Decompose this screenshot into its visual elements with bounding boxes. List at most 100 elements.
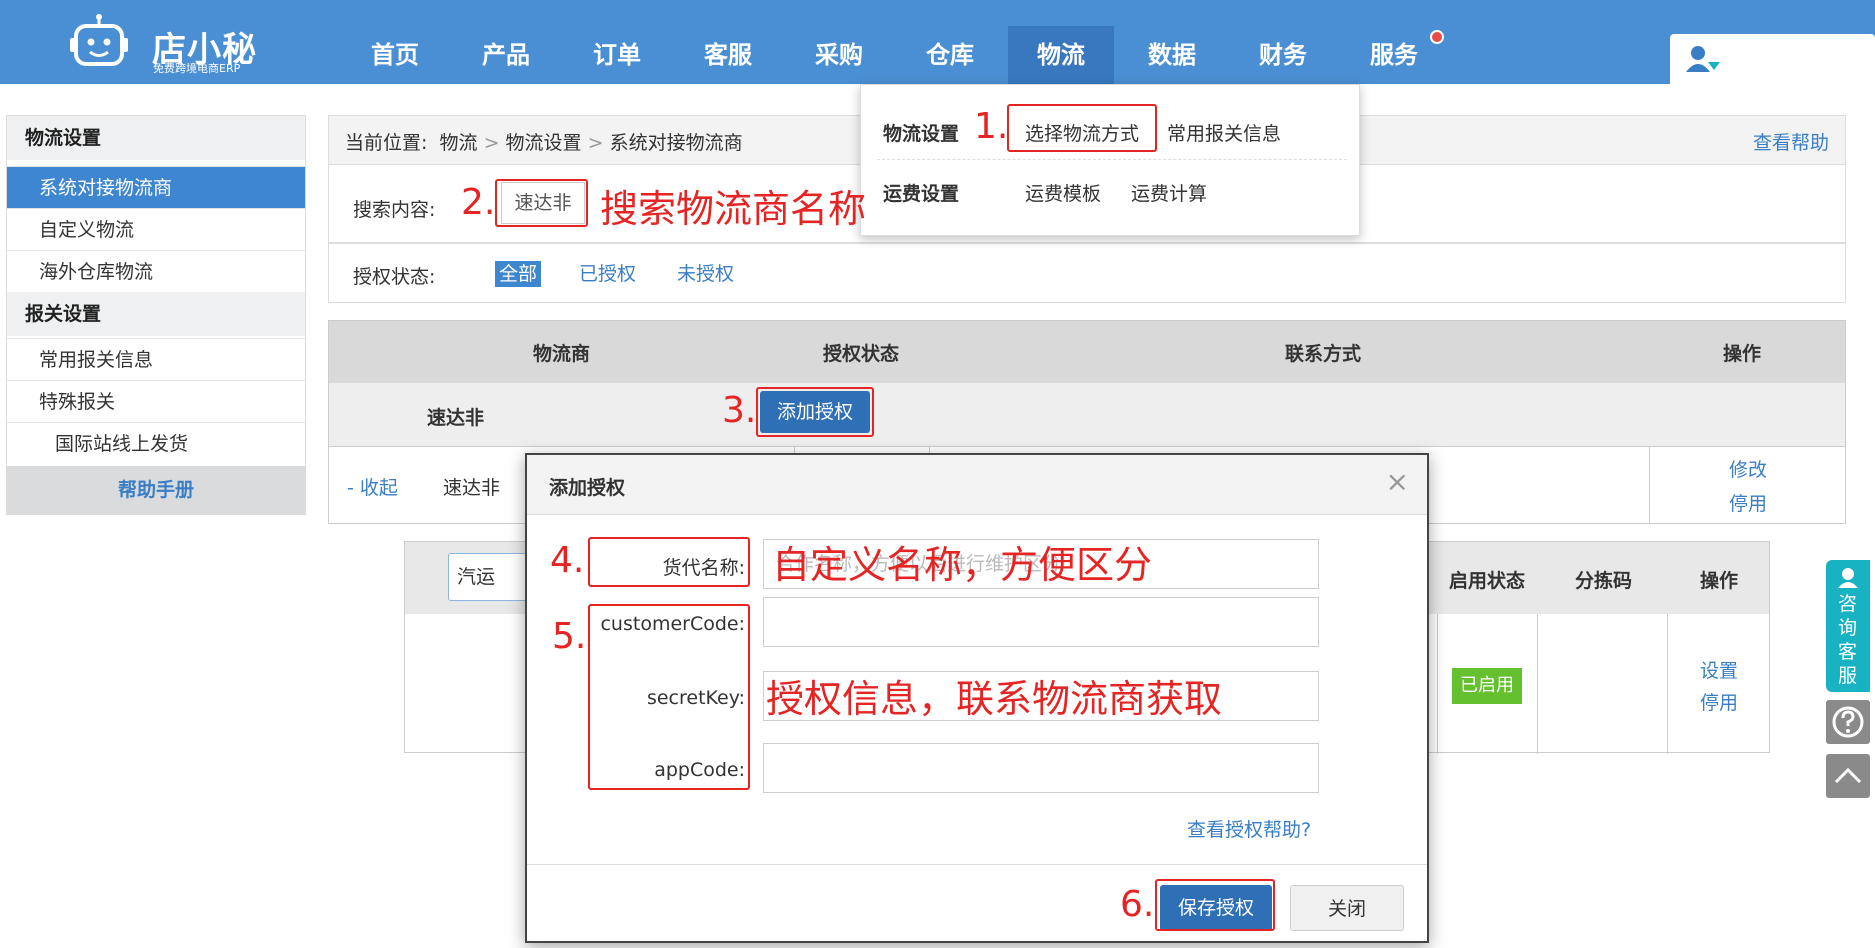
brand-tagline: 免费跨境电商ERP: [153, 62, 241, 75]
dropdown-group-logistics-settings: 物流设置: [883, 123, 960, 145]
question-icon: [1832, 706, 1864, 738]
disable-link[interactable]: 停用: [1729, 489, 1767, 516]
column-header-sort-code: 分拣码: [1575, 570, 1633, 592]
nav-item-customer-service[interactable]: 客服: [685, 26, 771, 84]
table-header: 物流商 授权状态 联系方式 操作: [329, 321, 1845, 383]
settings-link[interactable]: 设置: [1700, 656, 1738, 683]
filter-option-unauthorized[interactable]: 未授权: [677, 261, 734, 287]
sidebar-item-common-customs[interactable]: 常用报关信息: [7, 338, 305, 380]
column-header-contact: 联系方式: [1285, 343, 1362, 365]
breadcrumb-item[interactable]: 物流设置: [506, 132, 582, 154]
sidebar: 物流设置 系统对接物流商 自定义物流 海外仓库物流 报关设置 常用报关信息 特殊…: [6, 115, 306, 515]
consult-char: 询: [1838, 617, 1858, 639]
sidebar-item-custom-logistics[interactable]: 自定义物流: [7, 208, 305, 250]
table-row: 速达非: [329, 383, 1845, 447]
transport-input[interactable]: 汽运: [448, 553, 528, 601]
annotation-step-1: 1.: [974, 106, 1009, 147]
collapse-link[interactable]: - 收起: [347, 473, 398, 500]
filter-option-authorized[interactable]: 已授权: [579, 261, 636, 287]
annotation-step-3: 3.: [722, 390, 757, 431]
annotation-search-hint: 搜索物流商名称: [600, 187, 867, 231]
consult-service-button[interactable]: 咨 询 客 服: [1826, 560, 1870, 692]
app-code-input[interactable]: [763, 743, 1319, 793]
close-button[interactable]: 关闭: [1290, 885, 1404, 931]
consult-char: 服: [1838, 665, 1858, 687]
search-label: 搜索内容:: [353, 199, 436, 221]
nav-item-services[interactable]: 服务: [1351, 26, 1437, 84]
auth-filter-panel: 授权状态: 全部 已授权 未授权: [328, 243, 1846, 303]
column-divider: [1667, 614, 1668, 754]
help-question-button[interactable]: [1826, 700, 1870, 744]
top-navigation-bar: 店小秘 免费跨境电商ERP 首页 产品 订单 客服 采购 仓库 物流 数据 财务…: [0, 0, 1875, 84]
dropdown-link-customs-info[interactable]: 常用报关信息: [1167, 119, 1281, 146]
annotation-box-save: [1155, 879, 1275, 931]
column-header-actions: 操作: [1723, 343, 1762, 365]
status-badge: 已启用: [1452, 668, 1522, 704]
account-name: 速达非: [443, 477, 501, 499]
nav-item-purchasing[interactable]: 采购: [796, 26, 882, 84]
breadcrumb-item: 系统对接物流商: [609, 132, 743, 154]
sidebar-item-international-online[interactable]: 国际站线上发货: [7, 422, 305, 464]
dialog-title: 添加授权: [549, 477, 626, 499]
dialog-header: 添加授权 ×: [527, 455, 1427, 515]
view-help-link[interactable]: 查看帮助: [1753, 128, 1829, 155]
brand-logo[interactable]: 店小秘 免费跨境电商ERP: [70, 8, 270, 78]
filter-option-all[interactable]: 全部: [495, 261, 542, 287]
annotation-auth-hint: 授权信息，联系物流商获取: [766, 677, 1223, 721]
auth-help-link[interactable]: 查看授权帮助?: [1187, 815, 1311, 842]
annotation-step-5: 5.: [552, 616, 587, 657]
breadcrumb-separator: >: [587, 132, 604, 154]
annotation-box-select-logistics: [1007, 104, 1157, 152]
robot-logo-icon: [70, 14, 128, 66]
sidebar-item-special-customs[interactable]: 特殊报关: [7, 380, 305, 422]
dropdown-divider: [877, 159, 1347, 160]
auth-filter-label: 授权状态:: [353, 266, 436, 288]
dropdown-link-freight-calc[interactable]: 运费计算: [1131, 179, 1207, 206]
consult-char: 咨: [1838, 593, 1858, 615]
nav-item-home[interactable]: 首页: [352, 26, 438, 84]
chevron-up-icon: [1834, 767, 1862, 784]
nav-item-products[interactable]: 产品: [463, 26, 549, 84]
annotation-step-6: 6.: [1120, 884, 1155, 925]
sidebar-item-overseas-warehouse[interactable]: 海外仓库物流: [7, 250, 305, 292]
consult-label: 咨 询 客 服: [1838, 592, 1858, 688]
notification-dot: [1430, 30, 1444, 44]
close-icon[interactable]: ×: [1386, 465, 1409, 498]
disable-link[interactable]: 停用: [1700, 688, 1738, 715]
nav-item-data[interactable]: 数据: [1129, 26, 1215, 84]
consult-char: 客: [1838, 641, 1858, 663]
customer-service-icon: [1838, 568, 1858, 588]
sidebar-item-system-providers[interactable]: 系统对接物流商: [7, 166, 305, 208]
annotation-box-auth-fields: [588, 604, 750, 790]
sidebar-section-customs-settings: 报关设置: [7, 292, 305, 336]
column-divider: [1649, 447, 1650, 523]
column-divider: [1537, 614, 1538, 754]
annotation-step-4: 4.: [550, 540, 585, 581]
nav-item-warehouse[interactable]: 仓库: [907, 26, 993, 84]
breadcrumb-item[interactable]: 物流: [440, 132, 478, 154]
user-icon: [1686, 46, 1720, 72]
annotation-name-hint: 自定义名称，方便区分: [772, 543, 1153, 587]
column-divider: [1437, 614, 1438, 754]
breadcrumb: 当前位置: 物流 > 物流设置 > 系统对接物流商: [345, 128, 743, 155]
breadcrumb-label: 当前位置:: [345, 132, 428, 154]
annotation-box-search: [495, 179, 588, 227]
annotation-step-2: 2.: [461, 182, 496, 223]
column-header-provider: 物流商: [533, 343, 591, 365]
dropdown-link-freight-template[interactable]: 运费模板: [1025, 179, 1101, 206]
user-menu[interactable]: [1670, 34, 1875, 84]
customer-code-input[interactable]: [763, 597, 1319, 647]
dropdown-group-freight-settings: 运费设置: [883, 183, 960, 205]
annotation-box-forwarder-name: [588, 537, 750, 587]
sidebar-section-logistics-settings: 物流设置: [7, 116, 305, 160]
dialog-footer-divider: [527, 864, 1427, 865]
nav-item-logistics[interactable]: 物流: [1008, 26, 1114, 84]
nav-item-orders[interactable]: 订单: [574, 26, 660, 84]
column-header-actions: 操作: [1700, 570, 1739, 592]
nav-item-finance[interactable]: 财务: [1240, 26, 1326, 84]
edit-link[interactable]: 修改: [1729, 455, 1767, 482]
back-to-top-button[interactable]: [1826, 754, 1870, 798]
help-manual-link[interactable]: 帮助手册: [7, 466, 305, 514]
provider-name: 速达非: [427, 407, 485, 429]
column-header-auth-status: 授权状态: [823, 343, 900, 365]
